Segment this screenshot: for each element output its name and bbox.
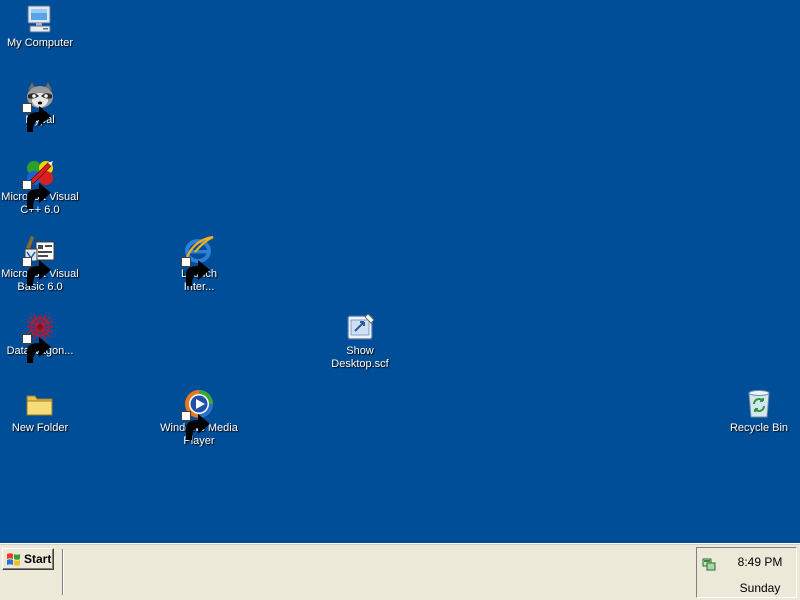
visual-cpp-icon xyxy=(22,157,56,209)
shortcut-arrow-icon xyxy=(181,257,210,286)
desktop-icon-mypal[interactable]: Mypal xyxy=(0,80,80,132)
start-button[interactable]: Start xyxy=(2,548,54,570)
desktop-icon-my-computer[interactable]: My Computer xyxy=(0,3,80,50)
desktop-icon-visual-cpp[interactable]: Microsoft Visual C++ 6.0 xyxy=(0,157,80,217)
datawagon-icon xyxy=(22,311,56,363)
visual-basic-icon xyxy=(22,234,56,286)
shortcut-arrow-icon xyxy=(22,103,51,132)
clock-day: Sunday xyxy=(739,581,781,595)
media-player-icon xyxy=(181,388,215,440)
shortcut-arrow-icon xyxy=(22,180,51,209)
shortcut-arrow-icon xyxy=(22,257,51,286)
desktop-icon-windows-media-player[interactable]: Windows Media Player xyxy=(159,388,239,448)
internet-explorer-icon xyxy=(181,234,215,286)
shortcut-arrow-icon xyxy=(22,334,51,363)
desktop-icon-datawagon[interactable]: DataWagon... xyxy=(0,311,80,363)
recycle-bin-icon xyxy=(743,388,775,420)
desktop-icon-label: Recycle Bin xyxy=(729,422,789,434)
raccoon-icon xyxy=(22,80,56,132)
desktop-icon-visual-basic[interactable]: Microsoft Visual Basic 6.0 xyxy=(0,234,80,294)
desktop-icon-label: New Folder xyxy=(11,422,69,434)
show-desktop-icon xyxy=(344,311,376,343)
desktop-icon-new-folder[interactable]: New Folder xyxy=(0,388,80,435)
clock-time[interactable]: 8:49 PM xyxy=(727,555,793,569)
desktop-icon-label: Show Desktop.scf xyxy=(331,345,389,370)
my-computer-icon xyxy=(24,3,56,35)
taskbar-grip[interactable] xyxy=(62,549,64,595)
desktop-icon-recycle-bin[interactable]: Recycle Bin xyxy=(719,388,799,435)
start-label: Start xyxy=(24,552,52,566)
desktop[interactable]: My Computer Mypal xyxy=(0,0,800,543)
desktop-icon-launch-internet-explorer[interactable]: Launch Inter... xyxy=(159,234,239,294)
system-tray: 8:49 PM Sunday xyxy=(696,547,797,598)
shortcut-arrow-icon xyxy=(181,411,210,440)
desktop-icon-label: My Computer xyxy=(6,37,74,49)
network-tray-icon[interactable] xyxy=(701,556,717,572)
desktop-icon-show-desktop[interactable]: Show Desktop.scf xyxy=(320,311,400,371)
taskbar[interactable]: Start 8:49 PM Sunday xyxy=(0,543,800,600)
windows-logo-icon xyxy=(7,552,20,566)
folder-icon xyxy=(24,388,56,420)
